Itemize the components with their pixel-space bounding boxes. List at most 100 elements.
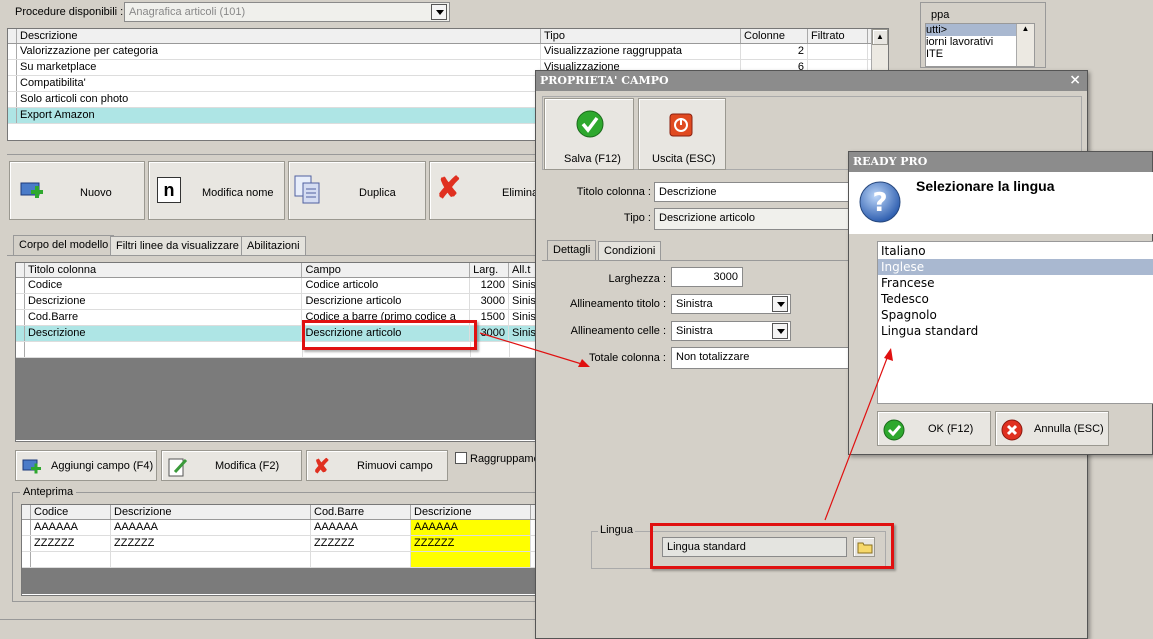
scroll-up-icon[interactable]: ▲ — [1017, 24, 1034, 38]
save-button[interactable]: Salva (F12) — [544, 98, 634, 170]
exit-button[interactable]: Uscita (ESC) — [638, 98, 726, 170]
preview-row-empty — [22, 552, 539, 568]
nuovo-button[interactable]: Nuovo — [9, 161, 145, 220]
props-dialog-title: PROPRIETA' CAMPO — [540, 74, 669, 87]
col-header-titolo[interactable]: Titolo colonna — [25, 263, 303, 277]
cell-campo: Descrizione articolo — [302, 294, 471, 309]
raggruppa-label: Raggruppame — [470, 453, 540, 465]
tab-filtri-linee[interactable]: Filtri linee da visualizzare — [110, 236, 245, 255]
ok-button[interactable]: OK (F12) — [877, 411, 991, 446]
modifica-button[interactable]: Modifica (F2) — [161, 450, 302, 481]
larghezza-input[interactable]: 3000 — [671, 267, 743, 287]
ok-label: OK (F12) — [928, 423, 974, 435]
larghezza-value: 3000 — [713, 271, 738, 283]
language-option[interactable]: Tedesco — [878, 291, 1153, 307]
tipo-field: Descrizione articolo — [654, 208, 854, 230]
titolo-colonna-input[interactable]: Descrizione — [654, 182, 854, 202]
modifica-nome-button[interactable]: n Modifica nome — [148, 161, 285, 220]
cell-larg: 3000 — [470, 294, 510, 309]
tab-condizioni[interactable]: Condizioni — [598, 241, 662, 260]
chevron-down-icon[interactable] — [772, 296, 788, 312]
lang-dialog-header: ? Selezionare la lingua — [849, 172, 1153, 234]
check-icon — [576, 110, 604, 138]
language-option[interactable]: Italiano — [878, 243, 1153, 259]
cell-descrizione: Valorizzazione per categoria — [17, 44, 541, 59]
col-header: Descrizione — [111, 505, 311, 519]
totale-colonna-select[interactable]: Non totalizzare — [671, 347, 871, 369]
lang-dialog-prompt: Selezionare la lingua — [916, 178, 1055, 194]
cell-descrizione: Solo articoli con photo — [17, 92, 541, 107]
procedure-select[interactable]: Anagrafica articoli (101) — [124, 2, 450, 22]
col-header-tipo[interactable]: Tipo — [541, 29, 741, 43]
cell-descrizione: Su marketplace — [17, 60, 541, 75]
save-label: Salva (F12) — [564, 153, 621, 165]
grid-empty-area — [16, 358, 539, 440]
chevron-down-icon[interactable] — [772, 323, 788, 339]
table-row[interactable]: Codice Codice articolo 1200 Sinis — [16, 278, 539, 294]
rimuovi-campo-label: Rimuovi campo — [357, 460, 433, 472]
lang-dialog: READY PRO ? Selezionare la lingua Italia… — [848, 151, 1153, 455]
preview-cell: AAAAAA — [31, 520, 111, 535]
language-option[interactable]: Spagnolo — [878, 307, 1153, 323]
rimuovi-campo-button[interactable]: ✘ Rimuovi campo — [306, 450, 448, 481]
col-header-larg[interactable]: Larg. — [470, 263, 510, 277]
lingua-legend: Lingua — [598, 524, 636, 536]
cell-descrizione: Compatibilita' — [17, 76, 541, 91]
allineamento-titolo-select[interactable]: Sinistra — [671, 294, 791, 314]
question-icon: ? — [859, 181, 901, 223]
table-row[interactable]: Valorizzazione per categoria Visualizzaz… — [8, 44, 888, 60]
scroll-up-icon[interactable]: ▲ — [872, 29, 888, 45]
cell-titolo: Codice — [25, 278, 303, 293]
allineamento-titolo-label: Allineamento titolo : — [570, 298, 666, 310]
close-icon[interactable]: × — [1069, 72, 1081, 88]
delete-x-icon: ✘ — [436, 172, 462, 205]
preview-cell: AAAAAA — [311, 520, 411, 535]
svg-text:?: ? — [872, 188, 887, 218]
tipo-value: Descrizione articolo — [659, 212, 755, 224]
elimina-button[interactable]: ✘ Elimina — [429, 161, 539, 220]
tipo-label: Tipo : — [623, 212, 651, 224]
preview-cell: ZZZZZZ — [31, 536, 111, 551]
exit-label: Uscita (ESC) — [652, 153, 716, 165]
right-panel-scrollbar[interactable]: ▲ — [1016, 24, 1034, 66]
procedures-grid-header: Descrizione Tipo Colonne Filtrato — [8, 29, 888, 44]
table-row[interactable]: Descrizione Descrizione articolo 3000 Si… — [16, 294, 539, 310]
edit-pencil-icon — [168, 458, 188, 477]
col-header-colonne[interactable]: Colonne — [741, 29, 808, 43]
chevron-down-icon[interactable] — [431, 4, 447, 20]
tab-corpo-del-modello[interactable]: Corpo del modello — [13, 235, 115, 256]
tab-label: Dettagli — [553, 244, 591, 256]
procedure-label: Procedure disponibili : — [15, 6, 124, 18]
allineamento-titolo-value: Sinistra — [676, 298, 713, 310]
modifica-nome-label: Modifica nome — [202, 187, 274, 199]
check-icon — [883, 419, 905, 441]
col-header-descrizione[interactable]: Descrizione — [17, 29, 541, 43]
fields-grid: Titolo colonna Campo Larg. All.t Codice … — [15, 262, 540, 442]
cell-colonne: 2 — [741, 44, 808, 59]
col-header-campo[interactable]: Campo — [302, 263, 471, 277]
cancel-button[interactable]: Annulla (ESC) — [995, 411, 1109, 446]
language-list: Italiano Inglese Francese Tedesco Spagno… — [877, 241, 1153, 404]
tab-label: Corpo del modello — [19, 239, 109, 251]
preview-cell: AAAAAA — [111, 520, 311, 535]
totale-colonna-label: Totale colonna : — [588, 352, 666, 364]
tab-abilitazioni[interactable]: Abilitazioni — [241, 236, 306, 255]
duplica-button[interactable]: Duplica — [288, 161, 426, 220]
cell-descrizione: Export Amazon — [17, 108, 541, 123]
language-option-selected[interactable]: Inglese — [878, 259, 1153, 275]
language-option[interactable]: Lingua standard — [878, 323, 1153, 339]
status-bar — [0, 619, 540, 639]
language-option[interactable]: Francese — [878, 275, 1153, 291]
titolo-colonna-label: Titolo colonna : — [576, 186, 651, 198]
tab-dettagli[interactable]: Dettagli — [547, 240, 597, 261]
modifica-label: Modifica (F2) — [215, 460, 280, 472]
exit-power-icon — [669, 113, 693, 137]
tab-label: Abilitazioni — [247, 240, 300, 252]
col-header-filtrato[interactable]: Filtrato — [808, 29, 868, 43]
aggiungi-campo-button[interactable]: Aggiungi campo (F4) — [15, 450, 157, 481]
elimina-label: Elimina — [502, 187, 539, 199]
raggruppa-checkbox[interactable] — [455, 452, 467, 464]
allineamento-celle-select[interactable]: Sinistra — [671, 321, 791, 341]
larghezza-label: Larghezza : — [608, 273, 666, 285]
nuovo-label: Nuovo — [80, 187, 112, 199]
